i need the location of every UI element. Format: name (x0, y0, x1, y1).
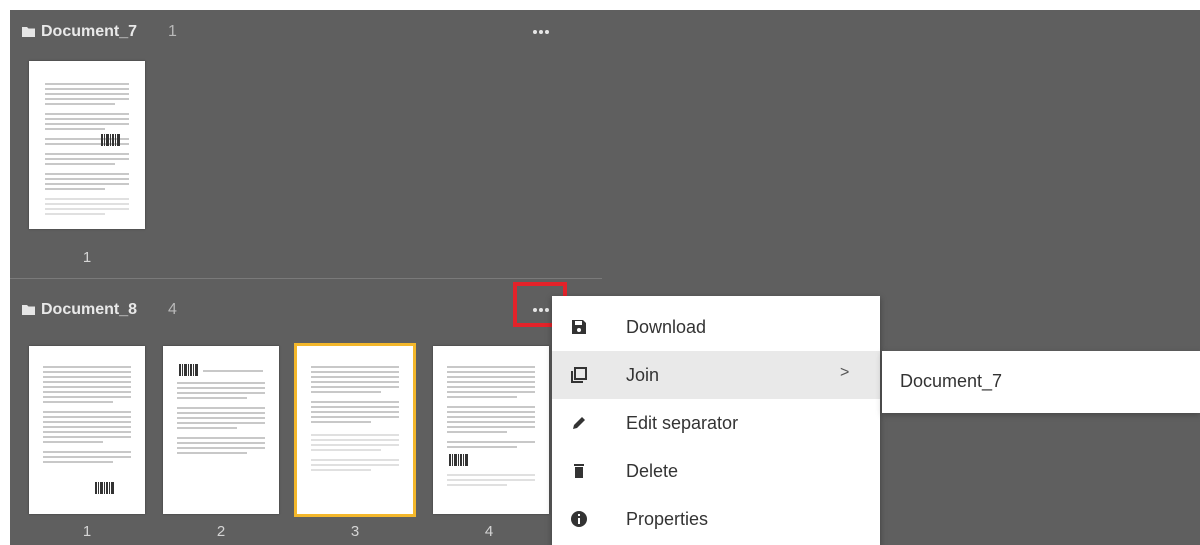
menu-item-download[interactable]: Download (552, 303, 880, 351)
menu-item-label: Properties (626, 509, 709, 529)
info-icon (571, 511, 587, 527)
page-preview (311, 366, 399, 471)
page-thumbnail-selected[interactable] (294, 343, 416, 517)
copy-icon (571, 367, 587, 383)
menu-item-label: Edit separator (626, 413, 739, 433)
page-number: 1 (82, 249, 92, 266)
menu-item-label: Download (626, 317, 707, 337)
page-number: 2 (216, 523, 226, 540)
document-name: Document_8 (41, 301, 138, 318)
page-preview (177, 364, 265, 454)
document-header[interactable]: Document_7 1 (10, 20, 602, 44)
menu-item-join[interactable]: Join > (552, 351, 880, 399)
page-thumbnail[interactable] (29, 61, 145, 229)
page-number: 4 (484, 523, 494, 540)
page-count: 1 (168, 23, 177, 40)
context-menu: Download Join > Edit separator Delete Pr… (552, 296, 880, 545)
document-name: Document_7 (41, 23, 138, 40)
save-icon (572, 320, 586, 334)
folder-icon (22, 305, 35, 315)
page-thumbnail[interactable] (29, 346, 145, 514)
page-preview (43, 366, 131, 494)
chevron-right-icon: > (840, 364, 850, 381)
page-number: 1 (82, 523, 92, 540)
more-horizontal-icon (533, 30, 537, 34)
page-preview (45, 83, 129, 215)
pencil-icon (573, 417, 585, 429)
join-submenu-item[interactable]: Document_7 (882, 351, 1200, 413)
page-count: 4 (168, 301, 177, 318)
menu-item-properties[interactable]: Properties (552, 495, 880, 543)
folder-icon (22, 27, 35, 37)
trash-icon (574, 464, 584, 478)
document-section-7: Document_7 1 1 (10, 20, 602, 278)
menu-item-delete[interactable]: Delete (552, 447, 880, 495)
document-section-8: Document_8 4 1 2 3 4 (10, 298, 602, 545)
page-thumbnail[interactable] (163, 346, 279, 514)
page-thumbnail[interactable] (433, 346, 549, 514)
page-preview (447, 366, 535, 486)
menu-item-label: Join (626, 365, 660, 385)
menu-item-edit-separator[interactable]: Edit separator (552, 399, 880, 447)
section-divider (10, 278, 602, 279)
more-options-button[interactable] (527, 23, 555, 41)
menu-item-label: Delete (626, 461, 679, 481)
submenu-item-label: Document_7 (900, 371, 1003, 391)
page-number: 3 (350, 523, 360, 540)
